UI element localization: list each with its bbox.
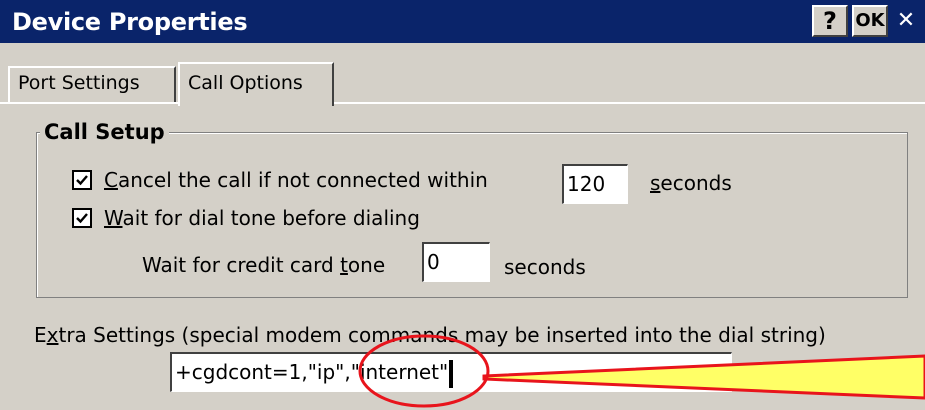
ok-button[interactable]: OK <box>852 5 888 37</box>
tab-port-settings[interactable]: Port Settings <box>8 66 176 102</box>
text-caret <box>449 359 454 388</box>
credit-card-timeout-unit: seconds <box>504 255 586 279</box>
close-icon: ✕ <box>896 8 916 33</box>
window-title: Device Properties <box>12 8 248 36</box>
close-button[interactable]: ✕ <box>890 5 922 37</box>
cancel-call-label: Cancel the call if not connected within <box>104 168 488 192</box>
cancel-timeout-unit: seconds <box>650 171 732 195</box>
extra-settings-label: Extra Settings (special modem commands m… <box>34 323 826 347</box>
cancel-call-checkbox[interactable] <box>72 170 92 190</box>
credit-card-timeout-input[interactable]: 0 <box>422 242 490 282</box>
extra-settings-input[interactable]: +cgdcont=1,"ip","internet" <box>170 352 732 392</box>
call-setup-title: Call Setup <box>40 119 169 145</box>
checkmark-icon <box>76 213 88 224</box>
checkmark-icon <box>76 175 88 186</box>
wait-dial-tone-label: Wait for dial tone before dialing <box>104 206 420 230</box>
tab-call-options[interactable]: Call Options <box>178 62 334 106</box>
title-bar: Device Properties ? OK ✕ <box>0 0 925 43</box>
cancel-timeout-input[interactable]: 120 <box>562 164 628 204</box>
wait-dial-tone-checkbox[interactable] <box>72 208 92 228</box>
extra-settings-value: +cgdcont=1,"ip","internet" <box>175 360 449 384</box>
help-button[interactable]: ? <box>812 5 848 37</box>
credit-card-tone-label: Wait for credit card tone <box>142 253 386 277</box>
